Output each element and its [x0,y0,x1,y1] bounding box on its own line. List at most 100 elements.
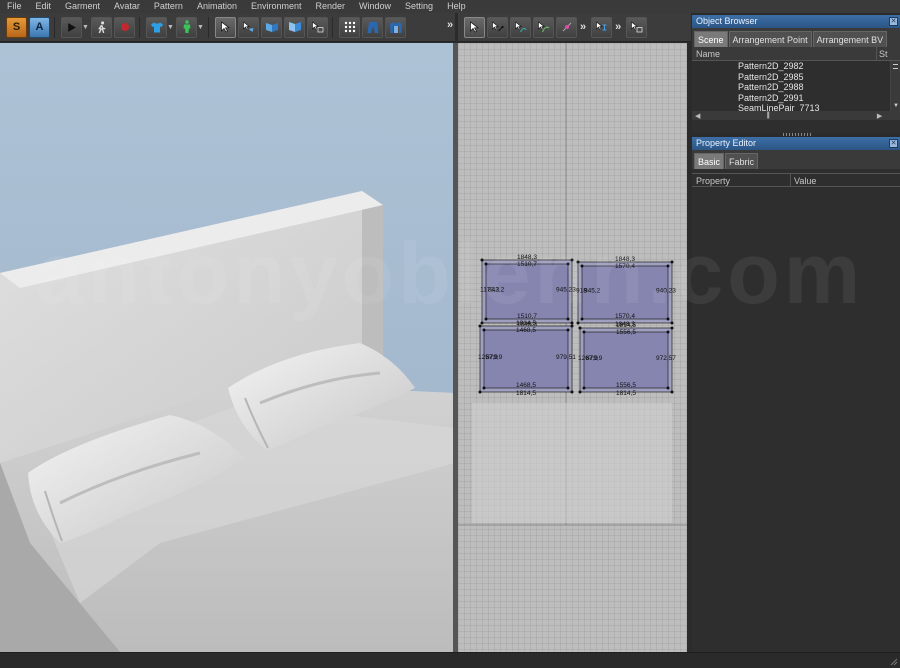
garment-display-button[interactable] [146,16,167,38]
walk-avatar-button[interactable] [91,16,112,38]
shirt-garment-button[interactable] [385,16,406,38]
tree-item[interactable]: SeamLinePair_7713 [692,103,900,111]
pattern-point[interactable] [580,317,584,321]
simulation-mode-button[interactable]: S [6,16,27,38]
tree-item[interactable]: Pattern2D_2982 [692,61,900,72]
menu-avatar[interactable]: Avatar [107,0,147,13]
pattern-point[interactable] [478,390,482,394]
select-mesh-tool[interactable] [238,16,259,38]
menu-lines-icon[interactable] [893,64,898,69]
pattern-point[interactable] [482,328,486,332]
viewport-2d-pattern[interactable]: 1848,3 1510,7 1173,2 843,2 945,23 1510,7 1848,… [458,43,687,652]
tree-item[interactable]: Pattern2D_2991 [692,93,900,104]
record-button[interactable] [114,16,135,38]
pattern-point[interactable] [576,321,580,325]
pattern-point[interactable] [566,262,570,266]
column-property[interactable]: Property [692,174,791,186]
arrangement-points-button[interactable] [339,16,360,38]
pattern-point[interactable] [670,260,674,264]
pattern-point[interactable] [666,317,670,321]
select-move-tool[interactable] [215,16,236,38]
pattern-point[interactable] [478,324,482,328]
pattern-point[interactable] [576,260,580,264]
pattern-point[interactable] [480,258,484,262]
scroll-down-arrow-icon[interactable]: ▼ [893,103,899,109]
edit-curvature-tool[interactable] [510,16,531,38]
column-value[interactable]: Value [791,174,816,186]
viewport-3d[interactable] [0,43,455,652]
pattern-point[interactable] [566,317,570,321]
animation-mode-button[interactable]: A [29,16,50,38]
curve-point-tool[interactable] [533,16,554,38]
play-simulation-button[interactable] [61,16,82,38]
close-icon[interactable]: ✕ [889,139,898,148]
pattern-point[interactable] [566,386,570,390]
menu-environment[interactable]: Environment [244,0,309,13]
pants-garment-button[interactable] [362,16,383,38]
toolbar-overflow-1[interactable]: » [580,21,586,33]
tree-vertical-scrollbar[interactable]: ▼ [890,61,900,111]
pattern-point[interactable] [670,321,674,325]
pattern-point[interactable] [582,330,586,334]
tree-item[interactable]: Pattern2D_2988 [692,82,900,93]
shirt-icon [150,22,163,32]
pattern-point[interactable] [580,264,584,268]
menu-garment[interactable]: Garment [58,0,107,13]
tab-arrangement-point[interactable]: Arrangement Point [728,31,812,47]
play-dropdown-arrow[interactable]: ▼ [82,17,89,38]
edit-sewing-tool[interactable] [626,16,648,38]
resize-grip-icon[interactable] [888,656,898,666]
tab-basic[interactable]: Basic [694,153,725,169]
menu-help[interactable]: Help [440,0,473,13]
pattern-point[interactable] [484,317,488,321]
fold-arrangement-tool[interactable] [261,16,282,38]
pattern-point[interactable] [578,326,582,330]
add-point-tool[interactable] [556,16,577,38]
pattern-point[interactable] [670,390,674,394]
menu-pattern[interactable]: Pattern [147,0,190,13]
pattern-point[interactable] [484,262,488,266]
pattern-point[interactable] [570,321,574,325]
pattern-point[interactable] [666,330,670,334]
pattern-point[interactable] [670,326,674,330]
scroll-left-arrow-icon[interactable]: ◀ [695,112,700,120]
pattern-point[interactable] [666,264,670,268]
transform-pattern-tool[interactable] [307,16,328,38]
pattern-length-bottom: 1468,5 [516,382,536,389]
tree-horizontal-scrollbar[interactable]: ◀ ||| ▶ [692,111,900,120]
pattern-point[interactable] [566,328,570,332]
garment-display-dropdown[interactable]: ▼ [167,17,174,38]
edit-pattern-tool[interactable] [487,16,508,38]
menu-edit[interactable]: Edit [29,0,59,13]
menu-setting[interactable]: Setting [398,0,440,13]
close-icon[interactable]: ✕ [889,17,898,26]
menu-animation[interactable]: Animation [190,0,244,13]
avatar-display-dropdown[interactable]: ▼ [197,17,204,38]
menu-window[interactable]: Window [352,0,398,13]
toolbar-overflow-2[interactable]: » [615,21,621,33]
scroll-thumb-grip-icon[interactable]: ||| [766,112,770,119]
menu-render[interactable]: Render [309,0,353,13]
menu-file[interactable]: File [0,0,29,13]
column-status[interactable]: St [877,47,888,60]
scroll-right-arrow-icon[interactable]: ▶ [877,112,882,120]
pattern-point[interactable] [482,386,486,390]
avatar-display-button[interactable] [176,16,197,38]
pattern-point[interactable] [578,390,582,394]
pattern-point[interactable] [666,386,670,390]
pattern-point[interactable] [570,258,574,262]
panel-resize-grip[interactable] [783,133,811,136]
pattern-point[interactable] [582,386,586,390]
select-pattern-tool[interactable] [464,16,485,38]
tab-fabric[interactable]: Fabric [725,153,759,169]
tree-item[interactable]: Pattern2D_2985 [692,72,900,83]
pattern-point[interactable] [570,324,574,328]
column-name[interactable]: Name [692,47,877,60]
toolbar-overflow-left[interactable]: » [447,19,453,31]
tab-scene[interactable]: Scene [694,31,728,47]
fold-tool[interactable] [284,16,305,38]
segment-sewing-tool[interactable] [591,16,613,38]
pattern-point[interactable] [570,390,574,394]
pattern-point[interactable] [480,321,484,325]
tab-arrangement-bv[interactable]: Arrangement BV [812,31,888,47]
